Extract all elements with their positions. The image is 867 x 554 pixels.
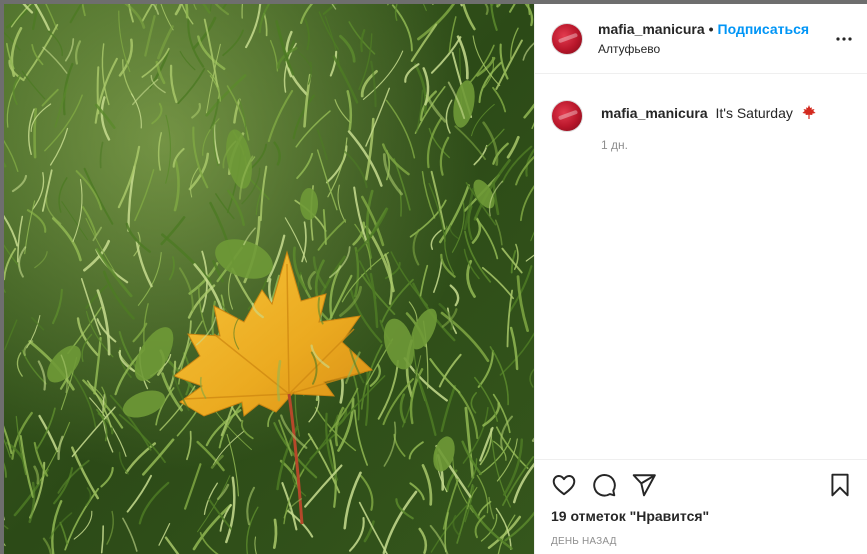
autumn-leaf-on-grass-photo	[4, 4, 534, 554]
follow-button[interactable]: Подписаться	[718, 21, 810, 37]
caption-comment: mafia_manicura It's Saturday 1 дн.	[551, 100, 851, 152]
post-date[interactable]: ДЕНЬ НАЗАД	[551, 536, 853, 547]
grass-blade	[33, 107, 37, 159]
avatar[interactable]	[551, 22, 583, 55]
post-header: mafia_manicura • Подписаться Алтуфьево	[535, 4, 867, 74]
heart-icon[interactable]	[551, 472, 577, 498]
post-sidebar: mafia_manicura • Подписаться Алтуфьево m…	[534, 4, 867, 554]
actions-panel: 19 отметок "Нравится" ДЕНЬ НАЗАД	[535, 459, 867, 554]
comment-text: It's Saturday	[715, 105, 793, 121]
post-image[interactable]	[4, 4, 534, 554]
comment-timestamp[interactable]: 1 дн.	[601, 138, 817, 152]
action-bar	[551, 470, 853, 500]
location-link[interactable]: Алтуфьево	[598, 42, 809, 56]
bookmark-icon[interactable]	[827, 472, 853, 498]
author-username[interactable]: mafia_manicura	[598, 21, 705, 37]
comment-username[interactable]: mafia_manicura	[601, 105, 708, 121]
more-options-icon[interactable]	[835, 32, 853, 46]
separator-dot: •	[708, 21, 714, 37]
comments-section: mafia_manicura It's Saturday 1 дн.	[535, 74, 867, 459]
share-icon[interactable]	[631, 472, 657, 498]
likes-count[interactable]: 19 отметок "Нравится"	[551, 508, 853, 524]
post-modal: mafia_manicura • Подписаться Алтуфьево m…	[4, 4, 867, 554]
comment-icon[interactable]	[591, 472, 617, 498]
avatar[interactable]	[551, 100, 583, 132]
maple-leaf-emoji-icon	[802, 105, 816, 119]
